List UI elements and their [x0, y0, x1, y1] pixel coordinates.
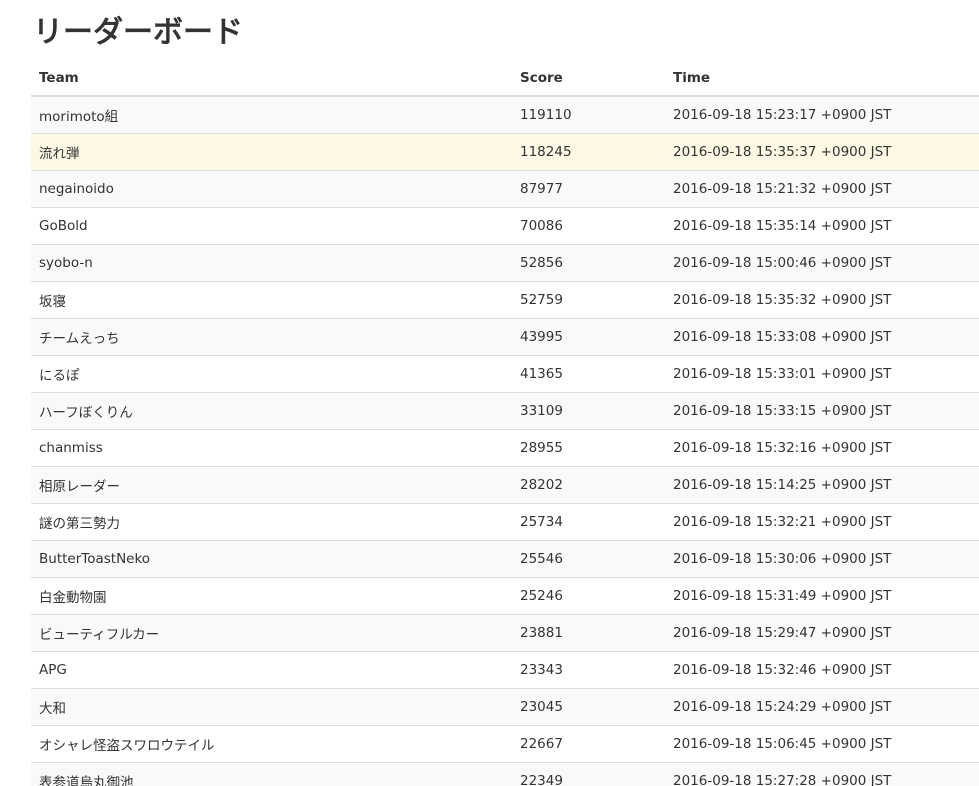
time-cell: 2016-09-18 15:31:49 +0900 JST [665, 576, 979, 614]
table-row: チームえっち 43995 2016-09-18 15:33:08 +0900 JST [31, 317, 979, 355]
score-cell: 87977 [512, 169, 665, 207]
score-cell: 22349 [512, 761, 665, 786]
time-cell: 2016-09-18 15:24:29 +0900 JST [665, 687, 979, 725]
team-cell: syobo-n [31, 243, 512, 281]
table-row: syobo-n 52856 2016-09-18 15:00:46 +0900 JS… [31, 243, 979, 281]
score-cell: 52856 [512, 243, 665, 281]
table-row: にるぽ 41365 2016-09-18 15:33:01 +0900 JST [31, 354, 979, 392]
time-cell: 2016-09-18 15:00:46 +0900 JST [665, 243, 979, 281]
score-cell: 70086 [512, 206, 665, 244]
table-row: GoBold 70086 2016-09-18 15:35:14 +0900 JST [31, 206, 979, 244]
table-row: ButterToastNeko 25546 2016-09-18 15:30:06 … [31, 539, 979, 577]
score-cell: 43995 [512, 317, 665, 355]
table-row: ハーフぼくりん 33109 2016-09-18 15:33:15 +0900 JS… [31, 391, 979, 429]
score-cell: 25546 [512, 539, 665, 577]
score-cell: 119110 [512, 96, 665, 133]
team-cell: GoBold [31, 206, 512, 244]
column-header-team: Team [31, 60, 512, 97]
column-header-time: Time [665, 60, 979, 97]
score-cell: 52759 [512, 280, 665, 318]
time-cell: 2016-09-18 15:06:45 +0900 JST [665, 724, 979, 762]
table-row: APG 23343 2016-09-18 15:32:46 +0900 JST [31, 650, 979, 688]
table-row: オシャレ怪盗スワロウテイル 22667 2016-09-18 15:06:45 +0… [31, 724, 979, 762]
table-body: morimoto組 119110 2016-09-18 15:23:17 +0900… [31, 96, 979, 786]
table-row: chanmiss 28955 2016-09-18 15:32:16 +0900 J… [31, 428, 979, 466]
leaderboard-page: リーダーボード Team Score Time morimoto組 119110 2… [0, 0, 979, 786]
score-cell: 28202 [512, 465, 665, 503]
table-row: 流れ弾 118245 2016-09-18 15:35:37 +0900 JST [31, 132, 979, 170]
team-cell: 流れ弾 [31, 132, 512, 170]
score-cell: 23045 [512, 687, 665, 725]
time-cell: 2016-09-18 15:23:17 +0900 JST [665, 96, 979, 133]
score-cell: 25734 [512, 502, 665, 540]
table-row: negainoido 87977 2016-09-18 15:21:32 +0900… [31, 169, 979, 207]
score-cell: 22667 [512, 724, 665, 762]
table-row: 坂寝 52759 2016-09-18 15:35:32 +0900 JST [31, 280, 979, 318]
team-cell: 謎の第三勢力 [31, 502, 512, 540]
score-cell: 25246 [512, 576, 665, 614]
time-cell: 2016-09-18 15:32:21 +0900 JST [665, 502, 979, 540]
team-cell: 大和 [31, 687, 512, 725]
team-cell: にるぽ [31, 354, 512, 392]
table-row: ビューティフルカー 23881 2016-09-18 15:29:47 +0900 … [31, 613, 979, 651]
score-cell: 23343 [512, 650, 665, 688]
score-cell: 23881 [512, 613, 665, 651]
time-cell: 2016-09-18 15:35:32 +0900 JST [665, 280, 979, 318]
time-cell: 2016-09-18 15:30:06 +0900 JST [665, 539, 979, 577]
header-row: Team Score Time [31, 60, 979, 97]
table-row: 謎の第三勢力 25734 2016-09-18 15:32:21 +0900 JST [31, 502, 979, 540]
time-cell: 2016-09-18 15:27:28 +0900 JST [665, 761, 979, 786]
time-cell: 2016-09-18 15:21:32 +0900 JST [665, 169, 979, 207]
team-cell: チームえっち [31, 317, 512, 355]
table-row: 大和 23045 2016-09-18 15:24:29 +0900 JST [31, 687, 979, 725]
team-cell: ビューティフルカー [31, 613, 512, 651]
time-cell: 2016-09-18 15:33:15 +0900 JST [665, 391, 979, 429]
table-row: 白金動物園 25246 2016-09-18 15:31:49 +0900 JST [31, 576, 979, 614]
team-cell: morimoto組 [31, 96, 512, 133]
team-cell: chanmiss [31, 428, 512, 466]
time-cell: 2016-09-18 15:35:14 +0900 JST [665, 206, 979, 244]
time-cell: 2016-09-18 15:29:47 +0900 JST [665, 613, 979, 651]
table-row: 表参道烏丸御池 22349 2016-09-18 15:27:28 +0900 JS… [31, 761, 979, 786]
team-cell: 表参道烏丸御池 [31, 761, 512, 786]
score-cell: 33109 [512, 391, 665, 429]
table-header: Team Score Time [31, 60, 979, 97]
team-cell: ButterToastNeko [31, 539, 512, 577]
score-cell: 41365 [512, 354, 665, 392]
team-cell: 坂寝 [31, 280, 512, 318]
time-cell: 2016-09-18 15:32:16 +0900 JST [665, 428, 979, 466]
time-cell: 2016-09-18 15:33:01 +0900 JST [665, 354, 979, 392]
table-row: morimoto組 119110 2016-09-18 15:23:17 +0900… [31, 96, 979, 133]
team-cell: ハーフぼくりん [31, 391, 512, 429]
score-cell: 28955 [512, 428, 665, 466]
page-title: リーダーボード [33, 15, 243, 50]
time-cell: 2016-09-18 15:14:25 +0900 JST [665, 465, 979, 503]
time-cell: 2016-09-18 15:33:08 +0900 JST [665, 317, 979, 355]
team-cell: APG [31, 650, 512, 688]
table-row: 相原レーダー 28202 2016-09-18 15:14:25 +0900 JST [31, 465, 979, 503]
team-cell: 相原レーダー [31, 465, 512, 503]
score-cell: 118245 [512, 132, 665, 170]
team-cell: negainoido [31, 169, 512, 207]
leaderboard-table: Team Score Time morimoto組 119110 2016-09-1… [31, 60, 979, 786]
team-cell: 白金動物園 [31, 576, 512, 614]
column-header-score: Score [512, 60, 665, 97]
team-cell: オシャレ怪盗スワロウテイル [31, 724, 512, 762]
time-cell: 2016-09-18 15:35:37 +0900 JST [665, 132, 979, 170]
time-cell: 2016-09-18 15:32:46 +0900 JST [665, 650, 979, 688]
